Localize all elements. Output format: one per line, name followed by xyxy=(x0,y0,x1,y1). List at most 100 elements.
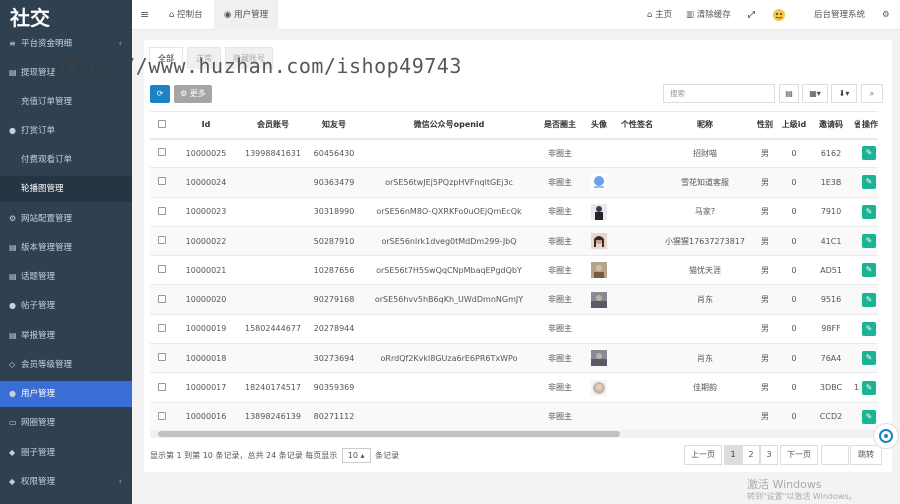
row-checkbox[interactable] xyxy=(158,236,166,245)
sidebar-item-5[interactable]: 轮播图管理 xyxy=(0,176,132,202)
row-checkbox[interactable] xyxy=(158,265,166,274)
export-icon[interactable]: ⬇▾ xyxy=(831,84,857,103)
edit-icon[interactable]: ✎ xyxy=(862,175,876,190)
column-header[interactable]: 头像 xyxy=(582,111,616,140)
edit-icon[interactable]: ✎ xyxy=(862,234,876,249)
row-checkbox[interactable] xyxy=(158,206,166,215)
edit-icon[interactable]: ✎ xyxy=(862,380,876,395)
prev-page-button[interactable]: 上一页 xyxy=(684,445,722,465)
edit-icon[interactable]: ✎ xyxy=(862,292,876,307)
row-checkbox[interactable] xyxy=(158,294,166,303)
table-row[interactable]: 10000022 50287910 orSE56nlrk1dveg0tMdDm299… xyxy=(150,226,878,257)
user-avatar-image xyxy=(591,291,607,308)
row-checkbox[interactable] xyxy=(158,353,166,362)
select-all-checkbox[interactable] xyxy=(158,119,166,128)
table-row[interactable]: 10000021 10287656 orSE56t7H5SwQqCNpMbaqEPg… xyxy=(150,255,878,286)
settings-icon[interactable]: ⚙ xyxy=(882,0,890,30)
column-header[interactable]: 微信公众号openid xyxy=(360,111,538,140)
page-size-select[interactable]: 10 ▴ xyxy=(341,448,371,463)
next-page-button[interactable]: 下一页 xyxy=(780,445,818,465)
cell-zhiyou: 60456430 xyxy=(308,138,360,169)
column-header[interactable]: 昵称 xyxy=(658,111,752,140)
sidebar-item-4[interactable]: 付费观看订单 xyxy=(0,147,132,173)
search-icon[interactable]: ⌕ xyxy=(861,84,883,103)
sidebar-item-13[interactable]: ▭ 网圈管理 xyxy=(0,410,132,436)
horizontal-scrollbar[interactable] xyxy=(150,430,878,438)
cell-gender: 男 xyxy=(752,343,778,374)
columns-icon[interactable]: ▦▾ xyxy=(802,84,828,103)
windows-activation-text: 转到"设置"以激活 Windows。 xyxy=(747,492,857,501)
column-header[interactable] xyxy=(150,111,174,140)
edit-icon[interactable]: ✎ xyxy=(862,146,876,161)
column-header[interactable]: 会员账号 xyxy=(238,111,308,140)
cell-nick xyxy=(658,402,752,432)
sidebar-item-icon: ◆ xyxy=(9,448,16,457)
home-link[interactable]: ⌂ 主页 xyxy=(647,0,672,30)
row-checkbox[interactable] xyxy=(158,323,166,332)
tab-dashboard[interactable]: ⌂ 控制台 xyxy=(165,0,207,30)
edit-icon[interactable]: ✎ xyxy=(862,351,876,366)
page-jump-input[interactable] xyxy=(821,445,849,465)
sidebar-item-9[interactable]: ● 帖子管理 xyxy=(0,293,132,319)
column-header[interactable]: Id xyxy=(174,111,238,140)
edit-icon[interactable]: ✎ xyxy=(862,263,876,278)
user-avatar[interactable] xyxy=(772,0,786,30)
page-jump-button[interactable]: 跳转 xyxy=(850,445,882,465)
sidebar-item-11[interactable]: ◇ 会员等级管理 xyxy=(0,352,132,378)
floating-help-icon[interactable] xyxy=(873,423,899,449)
sidebar-item-12[interactable]: ● 用户管理 xyxy=(0,381,132,407)
row-checkbox[interactable] xyxy=(158,148,166,157)
row-checkbox[interactable] xyxy=(158,411,166,420)
search-input[interactable]: 搜索 xyxy=(663,84,775,103)
sidebar-item-6[interactable]: ⚙ 网站配置管理 xyxy=(0,206,132,232)
sidebar-item-8[interactable]: ▤ 话题管理 xyxy=(0,264,132,290)
table-row[interactable]: 10000024 90363479 orSE56twJEj5PQzpHVFnqltG… xyxy=(150,167,878,198)
page-button-1[interactable]: 1 xyxy=(724,445,742,465)
user-name[interactable]: 后台管理系统 xyxy=(814,0,865,30)
cell-code: CCD2 xyxy=(810,402,852,432)
more-button[interactable]: ⚙ 更多 xyxy=(174,85,212,103)
column-header[interactable]: 省 xyxy=(852,111,860,140)
refresh-button[interactable]: ⟳ xyxy=(150,85,170,103)
column-header[interactable]: 邀请码 xyxy=(810,111,852,140)
sidebar-item-15[interactable]: ◆ 权限管理 ‹ xyxy=(0,469,132,495)
column-header[interactable]: 知友号 xyxy=(308,111,360,140)
cell-id: 10000016 xyxy=(174,402,238,432)
table-row[interactable]: 10000018 30273694 oRrdQf2Kvkl8GUza6rE6PR6T… xyxy=(150,343,878,374)
cell-sign xyxy=(616,284,658,315)
row-checkbox[interactable] xyxy=(158,177,166,186)
table-row[interactable]: 10000020 90279168 orSE56hvv5hB6qKh_UWdDmnN… xyxy=(150,284,878,315)
column-header[interactable]: 是否圈主 xyxy=(538,111,582,140)
cell-avatar xyxy=(582,343,616,374)
sidebar-item-7[interactable]: ▤ 版本管理管理 xyxy=(0,235,132,261)
sidebar-item-2[interactable]: 充值订单管理 xyxy=(0,89,132,115)
toggle-view-icon[interactable]: ▤ xyxy=(779,84,799,103)
cell-avatar xyxy=(582,226,616,257)
cell-owner: 非圈主 xyxy=(538,372,582,403)
page-button-2[interactable]: 2 xyxy=(742,445,760,465)
menu-toggle-icon[interactable]: ≡ xyxy=(140,0,149,30)
sidebar-item-14[interactable]: ◆ 圈子管理 xyxy=(0,440,132,466)
table-row[interactable]: 10000019 15802444677 20278944 非圈主 男 0 98FF ✎ xyxy=(150,314,878,345)
row-checkbox[interactable] xyxy=(158,382,166,391)
edit-icon[interactable]: ✎ xyxy=(862,204,876,219)
column-header[interactable]: 上级id xyxy=(778,111,810,140)
tab-user-management[interactable]: ◉ 用户管理 xyxy=(214,0,279,30)
cell-prov xyxy=(852,226,860,257)
cell-openid: orSE56nlrk1dveg0tMdDm299-JbQ xyxy=(360,226,538,257)
sidebar-item-3[interactable]: ● 打赏订单 xyxy=(0,118,132,144)
table-row[interactable]: 10000023 30318990 orSE56nM8O-QXRKFo0uOEjQm… xyxy=(150,197,878,227)
edit-icon[interactable]: ✎ xyxy=(862,321,876,336)
table-row[interactable]: 10000025 13998841631 60456430 非圈主 招财喵男 0 6162 ✎ xyxy=(150,138,878,169)
scrollbar-thumb[interactable] xyxy=(158,431,620,437)
sidebar-item-10[interactable]: ▤ 举报管理 xyxy=(0,323,132,349)
clear-cache-link[interactable]: ▥ 清除缓存 xyxy=(686,0,731,30)
table-row[interactable]: 10000016 13898246139 80271112 非圈主 男 0 CCD2 ✎ xyxy=(150,402,878,432)
fullscreen-icon[interactable]: ⤢ xyxy=(748,0,755,30)
page-button-3[interactable]: 3 xyxy=(760,445,778,465)
edit-icon[interactable]: ✎ xyxy=(862,409,876,424)
column-header[interactable]: 性别 xyxy=(752,111,778,140)
column-header[interactable]: 个性签名 xyxy=(616,111,658,140)
column-header[interactable]: 操作 xyxy=(860,111,878,140)
table-row[interactable]: 10000017 18240174517 90359369 非圈主 佳期韵男 0 3DBC 1… xyxy=(150,372,878,403)
